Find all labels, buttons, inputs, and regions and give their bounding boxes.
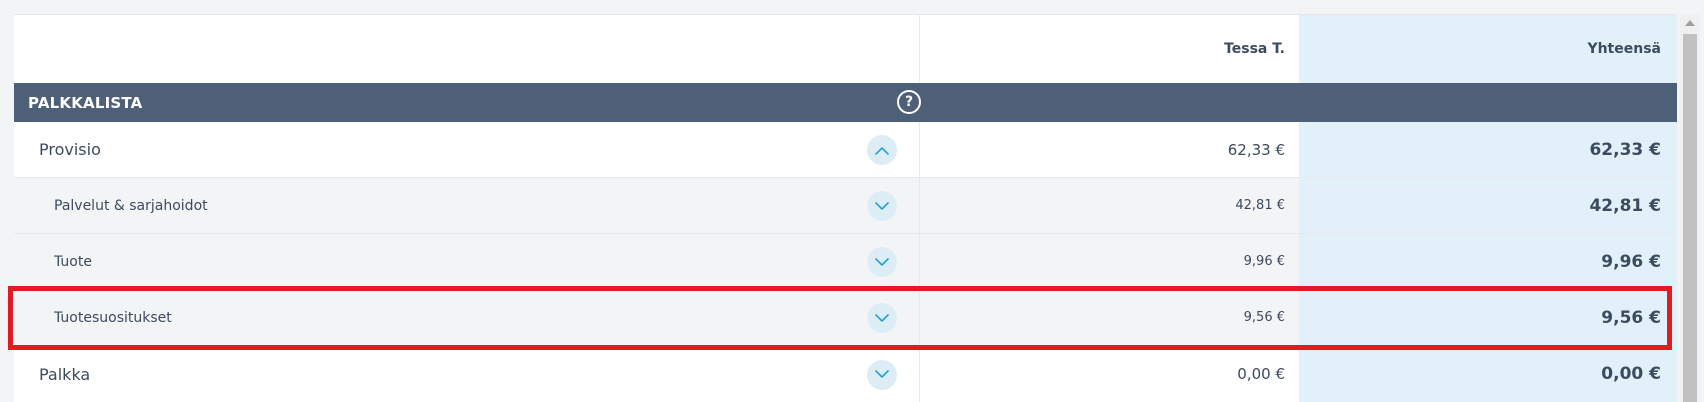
column-divider [919, 234, 920, 289]
chevron-down-icon[interactable] [867, 247, 897, 277]
header-total[interactable]: Yhteensä [1587, 15, 1661, 83]
chevron-up-icon[interactable] [867, 135, 897, 165]
chevron-down-icon[interactable] [867, 303, 897, 333]
row-label: Tuote [54, 253, 92, 270]
table-header: Tessa T. Yhteensä [14, 15, 1677, 83]
section-payroll-list: PALKKALISTA ? [14, 83, 1677, 122]
employee-value-cell: 0,00 € [1237, 365, 1285, 383]
vertical-scrollbar[interactable] [1680, 14, 1700, 402]
row-label: Palvelut & sarjahoidot [54, 197, 208, 214]
row-label: Palkka [39, 364, 91, 384]
row-label: Provisio [39, 140, 101, 159]
total-value-cell: 9,96 € [1601, 251, 1661, 272]
chevron-down-icon[interactable] [867, 191, 897, 221]
payroll-table: Tessa T. Yhteensä PALKKALISTA ? Provisio… [14, 14, 1677, 402]
section-title: PALKKALISTA [28, 93, 143, 112]
employee-value-cell: 9,56 € [1243, 310, 1285, 325]
column-divider [919, 178, 920, 233]
column-divider [919, 290, 920, 345]
row-label: Tuotesuositukset [54, 309, 172, 326]
header-employee[interactable]: Tessa T. [1224, 15, 1285, 83]
total-value-cell: 42,81 € [1589, 195, 1661, 216]
employee-value-cell: 42,81 € [1235, 198, 1285, 213]
employee-value-cell: 62,33 € [1227, 140, 1285, 159]
scroll-up-arrow-icon[interactable] [1680, 14, 1700, 32]
table-row: Tuotesuositukset 9,56 € 9,56 € [14, 290, 1677, 346]
total-value-cell: 9,56 € [1601, 307, 1661, 328]
chevron-down-icon[interactable] [867, 359, 897, 390]
table-row: Palvelut & sarjahoidot 42,81 € 42,81 € [14, 178, 1677, 234]
table-row: Provisio 62,33 € 62,33 € [14, 122, 1677, 178]
scrollbar-thumb[interactable] [1683, 34, 1697, 402]
help-icon[interactable]: ? [897, 90, 921, 114]
total-value-cell: 62,33 € [1589, 139, 1661, 160]
total-value-cell: 0,00 € [1601, 364, 1661, 384]
table-row: Tuote 9,96 € 9,96 € [14, 234, 1677, 290]
employee-value-cell: 9,96 € [1243, 254, 1285, 269]
payroll-view: Tessa T. Yhteensä PALKKALISTA ? Provisio… [0, 0, 1704, 402]
table-row: Palkka 0,00 € 0,00 € [14, 346, 1677, 402]
